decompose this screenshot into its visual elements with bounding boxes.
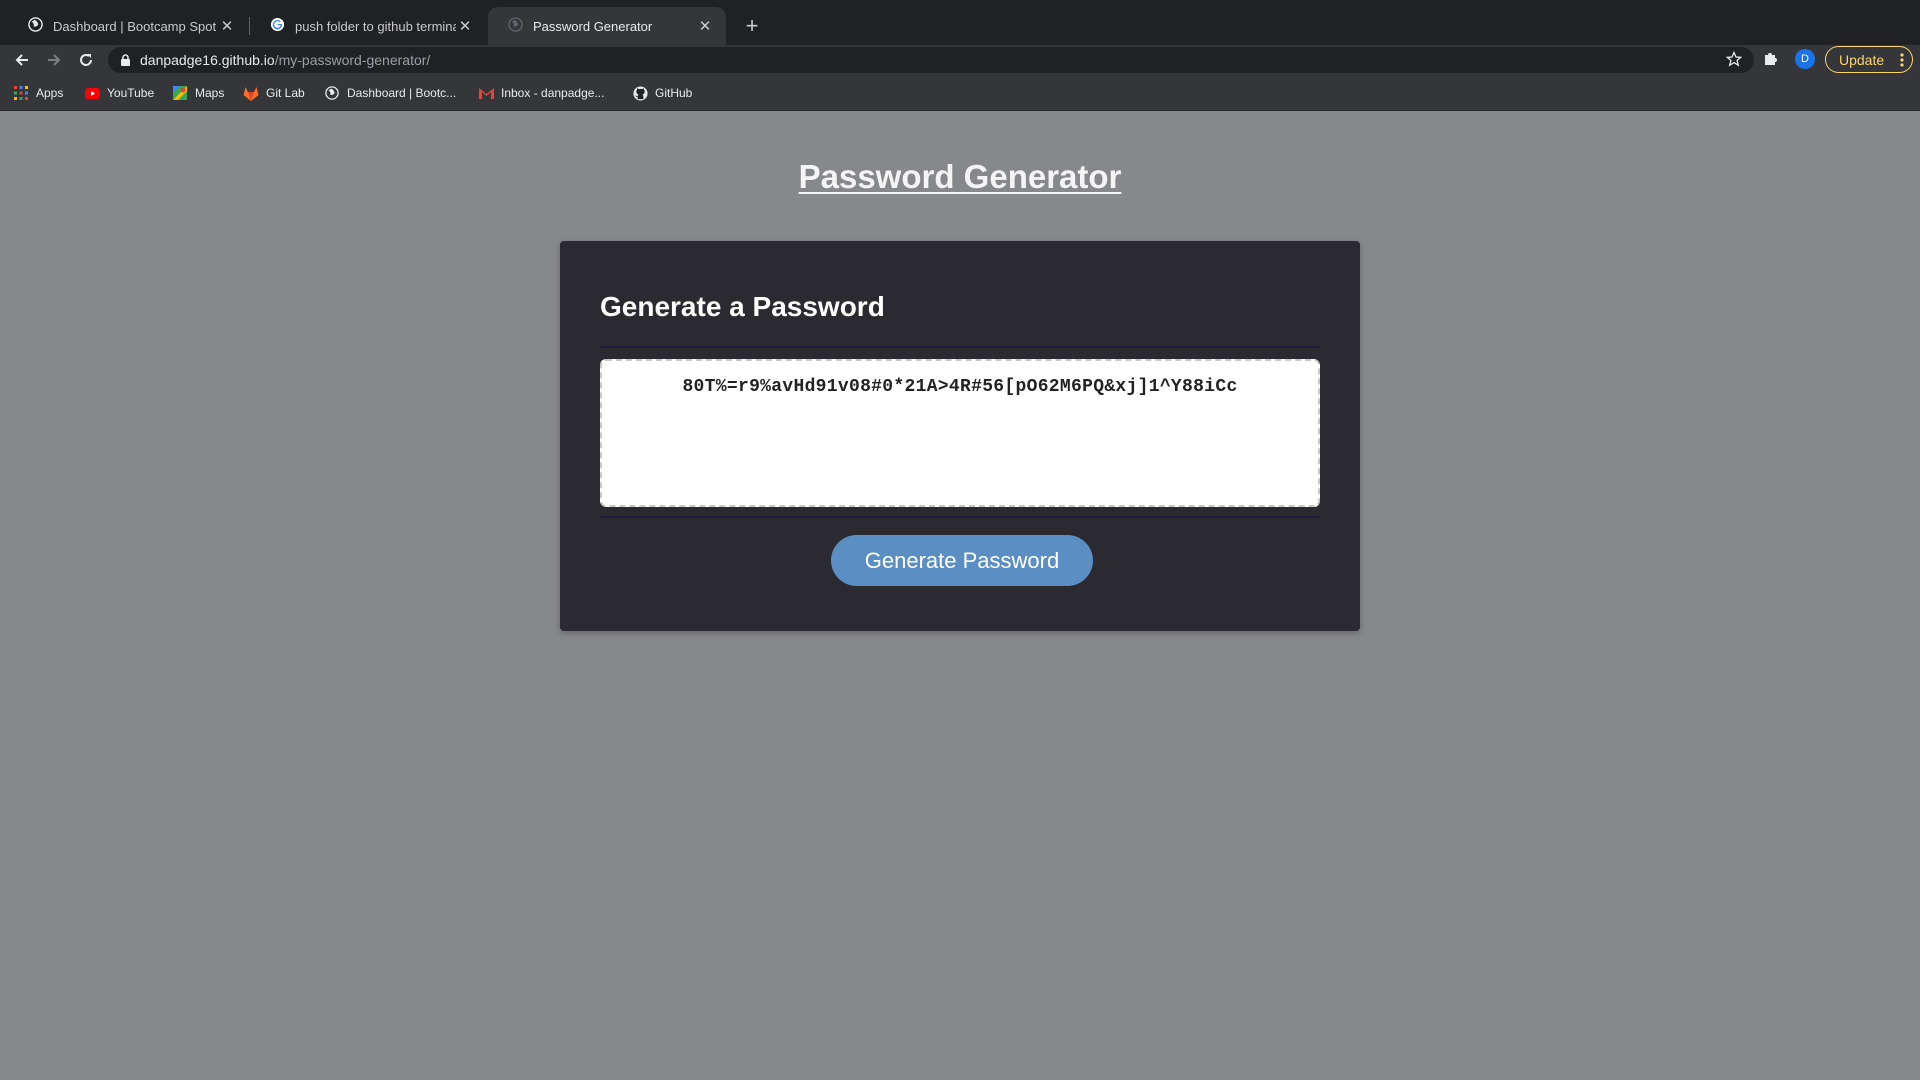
bookmark-youtube[interactable]: YouTube xyxy=(84,83,154,103)
update-button[interactable]: Update xyxy=(1825,46,1913,73)
generate-password-button[interactable]: Generate Password xyxy=(831,535,1093,586)
tab-title: Password Generator xyxy=(533,18,653,34)
page-title: Password Generator xyxy=(798,158,1122,195)
maps-icon xyxy=(172,85,188,101)
tab-github-search[interactable]: push folder to github terminal ✕ xyxy=(250,7,486,45)
lock-icon xyxy=(121,54,130,66)
bookmark-label: YouTube xyxy=(107,86,155,100)
new-tab-button[interactable]: + xyxy=(738,12,766,40)
tab-title: push folder to github terminal xyxy=(295,18,456,34)
globe-icon xyxy=(324,85,340,101)
browser-chrome: Dashboard | Bootcamp Spot ✕ push folder … xyxy=(0,0,1920,111)
update-label: Update xyxy=(1839,51,1885,68)
bookmark-label: Apps xyxy=(36,86,64,100)
gitlab-icon xyxy=(243,85,259,101)
bookmark-inbox[interactable]: Inbox - danpadge... xyxy=(478,83,604,103)
bookmark-maps[interactable]: Maps xyxy=(172,83,224,103)
github-icon xyxy=(632,85,648,101)
browser-toolbar: danpadge16.github.io/my-password-generat… xyxy=(0,45,1920,75)
bookmark-apps[interactable]: Apps xyxy=(13,83,63,103)
close-icon[interactable]: ✕ xyxy=(456,17,474,35)
forward-arrow-icon xyxy=(48,54,61,66)
forward-button[interactable] xyxy=(41,47,67,73)
globe-icon xyxy=(28,17,43,35)
url-host: danpadge16.github.io xyxy=(140,52,275,68)
back-arrow-icon xyxy=(15,54,28,66)
tab-password-generator[interactable]: Password Generator ✕ xyxy=(488,7,726,45)
tab-dashboard[interactable]: Dashboard | Bootcamp Spot ✕ xyxy=(8,7,248,45)
url-path: /my-password-generator/ xyxy=(274,52,431,68)
divider xyxy=(600,516,1320,518)
bookmark-label: Dashboard | Bootc... xyxy=(347,86,457,100)
close-icon[interactable]: ✕ xyxy=(696,17,714,35)
bookmark-label: Inbox - danpadge... xyxy=(501,86,605,100)
reload-button[interactable] xyxy=(73,47,99,73)
address-bar[interactable]: danpadge16.github.io/my-password-generat… xyxy=(108,47,1754,73)
tab-strip: Dashboard | Bootcamp Spot ✕ push folder … xyxy=(0,0,1920,45)
menu-dots-icon[interactable] xyxy=(1900,52,1904,71)
divider xyxy=(600,346,1320,348)
page-title-wrapper: Password Generator xyxy=(0,158,1920,196)
reload-icon xyxy=(80,54,92,66)
apps-grid-icon xyxy=(13,85,29,101)
card-header: Generate a Password xyxy=(600,291,885,322)
close-icon[interactable]: ✕ xyxy=(218,17,236,35)
generator-card: Generate a Password 80T%=r9%avHd91v08#0*… xyxy=(560,241,1360,631)
password-output[interactable]: 80T%=r9%avHd91v08#0*21A>4R#56[pO62M6PQ&x… xyxy=(600,359,1320,507)
bookmark-dashboard[interactable]: Dashboard | Bootc... xyxy=(324,83,456,103)
youtube-icon xyxy=(84,85,100,101)
bookmark-label: Git Lab xyxy=(266,86,305,100)
bookmark-star-icon[interactable] xyxy=(1725,50,1743,72)
bookmark-label: Maps xyxy=(195,86,225,100)
gmail-icon xyxy=(478,85,494,101)
globe-icon xyxy=(508,17,523,35)
extensions-puzzle-icon[interactable] xyxy=(1762,49,1780,72)
bookmark-gitlab[interactable]: Git Lab xyxy=(243,83,305,103)
profile-avatar[interactable]: D xyxy=(1795,49,1815,69)
back-button[interactable] xyxy=(9,47,35,73)
tab-title: Dashboard | Bootcamp Spot xyxy=(53,18,217,34)
google-icon xyxy=(270,17,285,35)
bookmarks-bar: Apps YouTube Maps Git Lab Dashboard | Bo… xyxy=(0,75,1920,111)
bookmark-label: GitHub xyxy=(655,86,693,100)
bookmark-github[interactable]: GitHub xyxy=(632,83,692,103)
